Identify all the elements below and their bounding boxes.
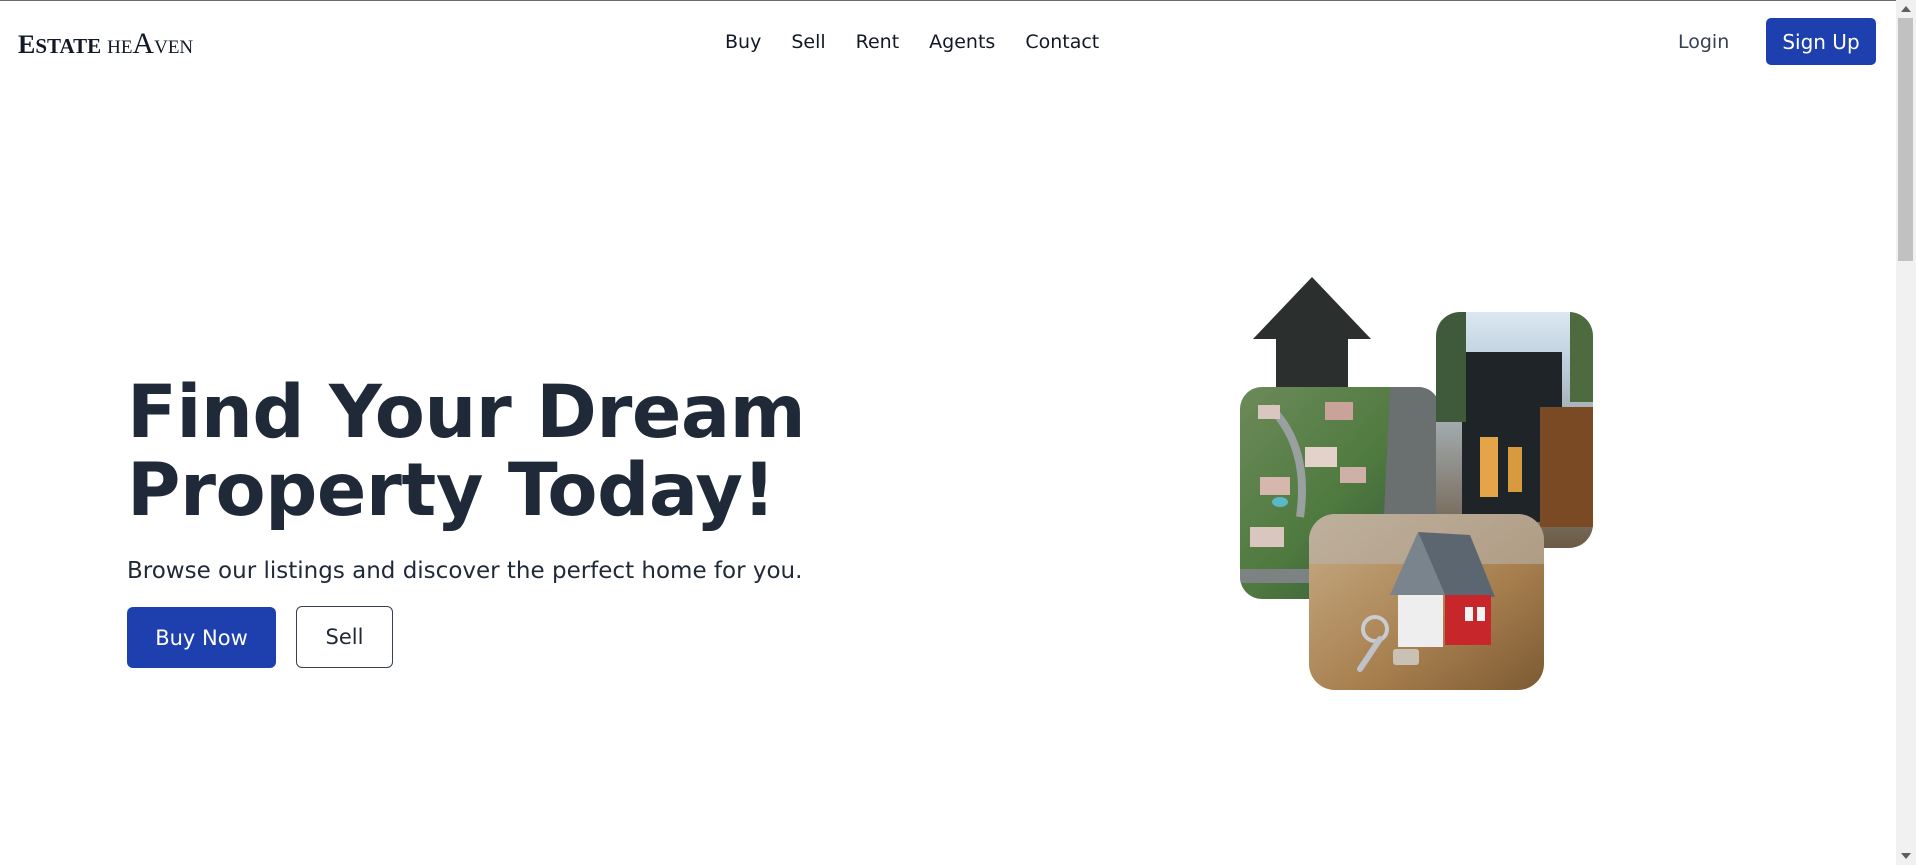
nav-link-buy[interactable]: Buy: [725, 31, 761, 53]
signup-button[interactable]: Sign Up: [1766, 18, 1876, 65]
scrollbar-thumb[interactable]: [1898, 18, 1913, 261]
logo-word-he: HE: [107, 37, 133, 58]
nav-link-agents[interactable]: Agents: [929, 31, 995, 53]
brand-logo[interactable]: ESTATE HEAVEN: [18, 27, 193, 61]
nav-link-rent[interactable]: Rent: [856, 31, 900, 53]
site-header: ESTATE HEAVEN Buy Sell Rent Agents Contac…: [0, 1, 1896, 83]
hero-title-line-1: Find Your Dream: [127, 370, 806, 455]
logo-word-estate: STATE: [35, 34, 102, 58]
property-image-collage: [1240, 277, 1600, 692]
collage-graphic: [1240, 277, 1593, 690]
scroll-down-icon[interactable]: [1901, 853, 1911, 859]
modern-house-image: [1436, 312, 1593, 548]
hero-subtitle: Browse our listings and discover the per…: [127, 558, 803, 584]
house-keys-image: [1309, 514, 1544, 690]
logo-letter-a: A: [132, 27, 155, 60]
nav-link-sell[interactable]: Sell: [791, 31, 825, 53]
buy-now-button[interactable]: Buy Now: [127, 607, 276, 668]
sell-button[interactable]: Sell: [296, 606, 393, 668]
logo-word-ven: VEN: [154, 37, 194, 58]
scroll-up-icon[interactable]: [1901, 6, 1911, 12]
page-scrollbar[interactable]: [1896, 0, 1916, 865]
logo-initial-e: E: [18, 30, 36, 59]
main-nav: Buy Sell Rent Agents Contact: [725, 31, 1099, 53]
hero-title: Find Your Dream Property Today!: [127, 374, 847, 530]
arrow-up-icon: [1253, 277, 1371, 389]
nav-link-contact[interactable]: Contact: [1025, 31, 1099, 53]
login-link[interactable]: Login: [1678, 31, 1729, 53]
hero-title-line-2: Property Today!: [127, 448, 776, 533]
